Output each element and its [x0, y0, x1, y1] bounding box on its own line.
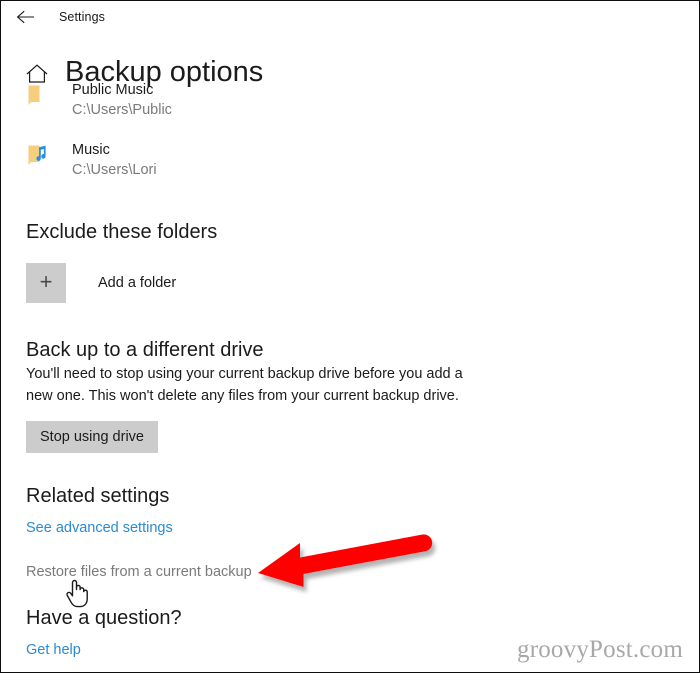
folder-path: C:\Users\Lori [72, 162, 157, 178]
titlebar-label: Settings [59, 10, 105, 24]
window-titlebar: Settings [1, 1, 699, 33]
exclude-folders-heading: Exclude these folders [26, 221, 218, 243]
back-button[interactable] [5, 2, 45, 32]
settings-window: Settings Backup options Public Music C:\… [0, 0, 700, 673]
folder-text: Public Music C:\Users\Public [72, 81, 172, 121]
different-drive-description: You'll need to stop using your current b… [26, 366, 463, 404]
stop-using-drive-button[interactable]: Stop using drive [26, 421, 158, 453]
settings-content: Public Music C:\Users\Public Music C:\Us… [1, 82, 699, 661]
related-settings-heading: Related settings [26, 485, 170, 507]
get-help-link[interactable]: Get help [1, 639, 81, 661]
plus-icon: + [26, 263, 66, 303]
back-arrow-icon [16, 10, 35, 24]
different-drive-heading: Back up to a different drive [26, 339, 264, 361]
backup-folder-row[interactable]: Public Music C:\Users\Public [1, 81, 699, 133]
see-advanced-settings-link[interactable]: See advanced settings [1, 517, 173, 539]
add-folder-label: Add a folder [98, 275, 177, 291]
have-a-question-heading: Have a question? [26, 607, 182, 629]
folder-icon [26, 84, 48, 118]
folder-name: Public Music [72, 82, 154, 98]
folder-path: C:\Users\Public [72, 102, 172, 118]
groovypost-watermark: groovyPost.com [517, 636, 683, 663]
plus-glyph: + [39, 269, 53, 294]
music-folder-icon [26, 144, 48, 178]
restore-files-link[interactable]: Restore files from a current backup [1, 561, 252, 583]
backup-folder-row[interactable]: Music C:\Users\Lori [1, 141, 699, 193]
folder-name: Music [72, 142, 110, 158]
folder-text: Music C:\Users\Lori [72, 141, 157, 181]
add-folder-button[interactable]: + Add a folder [1, 263, 699, 303]
